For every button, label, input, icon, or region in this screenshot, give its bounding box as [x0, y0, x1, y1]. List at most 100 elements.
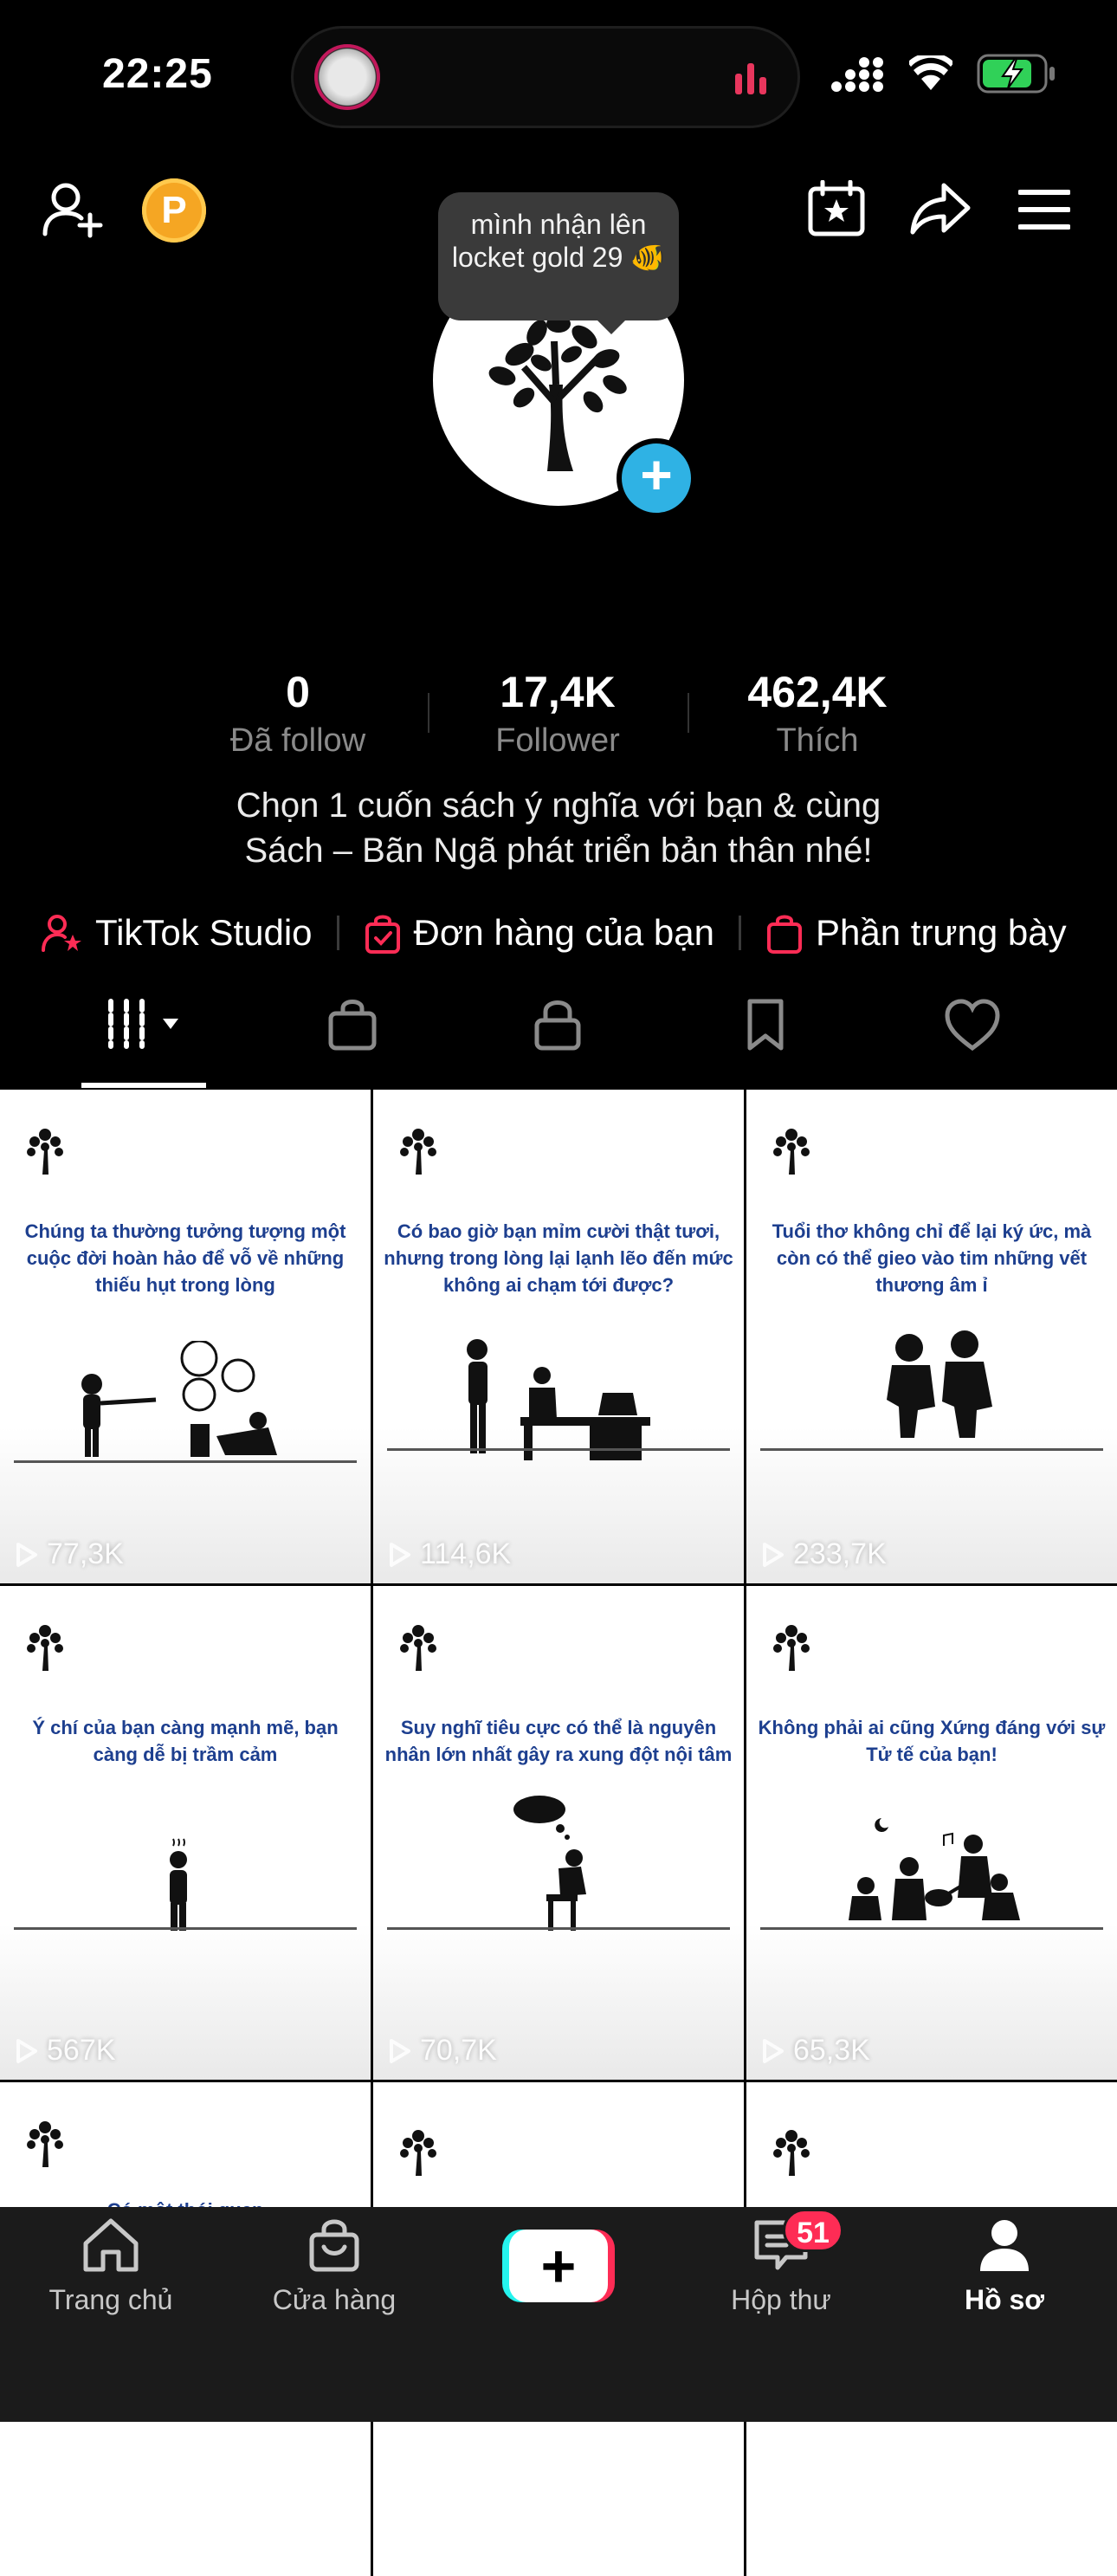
ground-line	[387, 1448, 730, 1451]
play-icon	[390, 2038, 410, 2063]
followers-stat[interactable]: 17,4K Follower	[445, 667, 670, 760]
videos-grid-tab-icon[interactable]	[106, 998, 189, 1050]
stat-divider	[428, 693, 429, 733]
followers-label: Follower	[495, 722, 620, 759]
nav-inbox-label: Hộp thư	[731, 2284, 831, 2315]
video-thumbnail[interactable]: Chúng ta thường tưởng tượng một cuộc đời…	[0, 1090, 371, 1583]
nav-home-label: Trang chủ	[48, 2284, 173, 2315]
play-icon	[16, 2038, 37, 2063]
shop-bag-icon	[309, 2219, 359, 2272]
profile-bio[interactable]: Chọn 1 cuốn sách ý nghĩa với bạn & cùng …	[0, 783, 1117, 873]
coin-icon[interactable]: P	[142, 178, 206, 243]
share-icon[interactable]	[909, 182, 972, 236]
creator-star-icon	[42, 915, 81, 952]
shopping-bag-icon	[767, 915, 803, 954]
likes-stat[interactable]: 462,4K Thích	[705, 667, 930, 760]
inbox-unread-badge: 51	[783, 2209, 843, 2252]
cellular-signal-icon	[831, 57, 883, 92]
play-icon	[390, 1542, 410, 1567]
ground-line	[760, 1448, 1103, 1451]
link-separator	[739, 916, 742, 950]
your-orders-link[interactable]: Đơn hàng của bạn	[364, 912, 714, 954]
view-count-text: 70,7K	[420, 2034, 497, 2067]
likes-label: Thích	[776, 722, 859, 759]
video-caption: Ý chí của bạn càng mạnh mẽ, bạn càng dễ …	[32, 1717, 339, 1765]
nav-inbox[interactable]: Hộp thư	[686, 2217, 876, 2316]
ground-line	[387, 1927, 730, 1930]
dynamic-island[interactable]	[291, 26, 800, 128]
add-avatar-button[interactable]: +	[617, 438, 696, 518]
home-icon	[83, 2218, 139, 2272]
tree-logo-icon	[400, 1129, 436, 1175]
link-separator	[336, 916, 339, 950]
play-icon	[763, 2038, 784, 2063]
play-icon	[16, 1542, 37, 1567]
video-thumbnail[interactable]: Suy nghĩ tiêu cực có thể là nguyên nhân …	[373, 1586, 744, 2080]
wifi-icon	[909, 55, 952, 90]
liked-tab-heart-icon[interactable]	[944, 998, 1001, 1052]
tree-logo-icon	[773, 1625, 810, 1671]
video-thumbnail[interactable]: Ý chí của bạn càng mạnh mẽ, bạn càng dễ …	[0, 1586, 371, 2080]
following-count: 0	[286, 668, 310, 716]
view-count-text: 77,3K	[47, 1537, 124, 1570]
order-bag-icon	[365, 915, 400, 954]
illustration-thinking-figure	[513, 1796, 586, 1931]
tree-logo-icon	[27, 1625, 63, 1671]
audio-equalizer-icon	[735, 63, 766, 94]
calendar-star-icon[interactable]	[807, 180, 866, 237]
bio-line: Chọn 1 cuốn sách ý nghĩa với bạn & cùng	[236, 786, 881, 825]
saved-tab-bookmark-icon[interactable]	[745, 998, 786, 1052]
stat-divider	[688, 693, 689, 733]
video-thumbnail[interactable]: Không phải ai cũng Xứng đáng với sự Tử t…	[746, 1586, 1117, 2080]
tiktok-studio-label: TikTok Studio	[95, 912, 313, 953]
view-count-text: 567K	[47, 2034, 116, 2067]
shop-tab-icon[interactable]	[327, 998, 378, 1052]
view-count: 70,7K	[389, 2034, 497, 2068]
following-stat[interactable]: 0 Đã follow	[185, 667, 410, 760]
private-tab-lock-icon[interactable]	[533, 998, 582, 1052]
menu-icon[interactable]	[1018, 189, 1070, 230]
video-caption: Có bao giờ bạn mỉm cười thật tươi, nhưng…	[384, 1220, 733, 1296]
tree-logo-icon	[400, 1625, 436, 1671]
ground-line	[14, 1927, 357, 1930]
showcase-label: Phần trưng bày	[816, 912, 1067, 953]
play-icon	[763, 1542, 784, 1567]
tree-logo-icon	[27, 2121, 63, 2167]
now-playing-disc-icon	[314, 44, 380, 110]
video-caption: Tuổi thơ không chỉ để lại ký ức, mà còn …	[772, 1220, 1092, 1296]
bio-line: Sách – Bãn Ngã phát triển bản thân nhé!	[244, 832, 873, 870]
ground-line	[14, 1460, 357, 1463]
video-thumbnail[interactable]: Có bao giờ bạn mỉm cười thật tươi, nhưng…	[373, 1090, 744, 1583]
avatar-note-bubble[interactable]: mình nhận lên locket gold 29 🐠	[438, 192, 679, 334]
following-label: Đã follow	[229, 722, 366, 759]
create-post-button[interactable]: +	[502, 2230, 615, 2302]
nav-shop[interactable]: Cửa hàng	[239, 2217, 429, 2316]
add-friend-icon[interactable]	[42, 180, 106, 241]
ground-line	[760, 1927, 1103, 1930]
followers-count: 17,4K	[500, 668, 616, 716]
view-count: 65,3K	[762, 2034, 870, 2068]
active-tab-indicator	[81, 1083, 206, 1088]
battery-charging-icon	[977, 54, 1055, 94]
video-grid: Chúng ta thường tưởng tượng một cuộc đời…	[0, 1090, 1117, 2576]
profile-person-icon	[980, 2220, 1029, 2271]
showcase-link[interactable]: Phần trưng bày	[765, 912, 1067, 954]
plus-icon: +	[509, 2230, 608, 2302]
video-caption: Chúng ta thường tưởng tượng một cuộc đời…	[24, 1220, 346, 1296]
view-count-text: 65,3K	[793, 2034, 870, 2067]
likes-count: 462,4K	[747, 668, 888, 716]
tiktok-studio-link[interactable]: TikTok Studio	[42, 912, 313, 954]
your-orders-label: Đơn hàng của bạn	[413, 912, 715, 953]
view-count: 114,6K	[389, 1537, 511, 1571]
nav-home[interactable]: Trang chủ	[16, 2217, 206, 2316]
video-thumbnail[interactable]: Tuổi thơ không chỉ để lại ký ức, mà còn …	[746, 1090, 1117, 1583]
illustration-dreaming-figure	[81, 1341, 277, 1457]
tree-logo-icon	[773, 2130, 810, 2176]
tree-logo-icon	[27, 1129, 63, 1175]
illustration-office-figures	[467, 1339, 650, 1460]
video-caption: Suy nghĩ tiêu cực có thể là nguyên nhân …	[384, 1717, 733, 1765]
nav-profile[interactable]: Hồ sơ	[909, 2217, 1100, 2316]
tree-logo-icon	[400, 2130, 436, 2176]
view-count: 77,3K	[16, 1537, 124, 1571]
status-time: 22:25	[102, 51, 213, 97]
